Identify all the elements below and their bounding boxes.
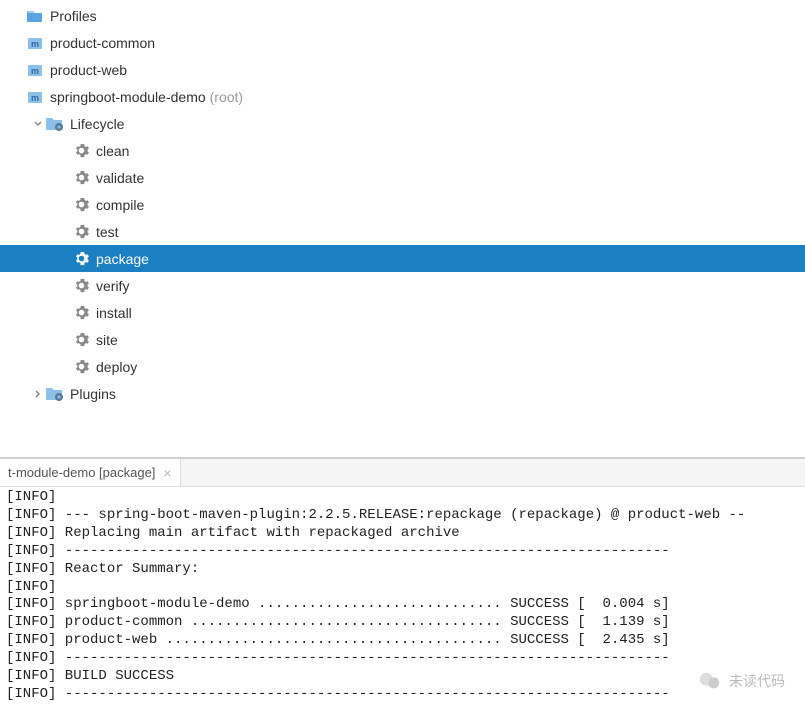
maven-tree-panel: Profiles m product-common m product-web … [0,0,805,427]
svg-text:m: m [31,66,39,76]
tree-item-lifecycle[interactable]: Lifecycle [0,110,805,137]
folder-icon [26,7,44,25]
tree-item-profiles[interactable]: Profiles [0,2,805,29]
svg-text:m: m [31,39,39,49]
tree-label: product-web [50,62,127,78]
goal-label: site [96,332,118,348]
gear-icon [72,169,90,187]
tree-label: springboot-module-demo [50,89,206,105]
lifecycle-goal-compile[interactable]: compile [0,191,805,218]
wechat-icon [699,670,721,692]
tree-item-product-common[interactable]: m product-common [0,29,805,56]
tree-label: Lifecycle [70,116,124,132]
lifecycle-goals-container: clean validate compile test package verify ins… [0,137,805,380]
watermark-text: 未读代码 [729,671,785,691]
maven-module-icon: m [26,88,44,106]
lifecycle-goal-clean[interactable]: clean [0,137,805,164]
lifecycle-goal-install[interactable]: install [0,299,805,326]
goal-label: clean [96,143,129,159]
goal-label: test [96,224,119,240]
chevron-down-icon [30,119,46,129]
chevron-right-icon [30,389,46,399]
gear-icon [72,277,90,295]
goal-label: verify [96,278,129,294]
maven-module-icon: m [26,34,44,52]
gear-icon [72,304,90,322]
console-panel: t-module-demo [package] × [INFO] [INFO] … [0,457,805,722]
tree-item-plugins[interactable]: Plugins [0,380,805,407]
tree-label: Plugins [70,386,116,402]
goal-label: validate [96,170,144,186]
lifecycle-goal-validate[interactable]: validate [0,164,805,191]
plugins-folder-icon [46,385,64,403]
lifecycle-goal-site[interactable]: site [0,326,805,353]
gear-icon [72,196,90,214]
console-tab-bar: t-module-demo [package] × [0,459,805,487]
goal-label: package [96,251,149,267]
gear-icon [72,250,90,268]
watermark: 未读代码 [699,670,785,692]
gear-icon [72,358,90,376]
lifecycle-goal-package[interactable]: package [0,245,805,272]
tree-suffix: (root) [210,89,243,105]
lifecycle-goal-verify[interactable]: verify [0,272,805,299]
lifecycle-goal-test[interactable]: test [0,218,805,245]
close-icon[interactable]: × [163,466,171,480]
lifecycle-folder-icon [46,115,64,133]
console-tab[interactable]: t-module-demo [package] × [0,459,181,486]
goal-label: deploy [96,359,137,375]
tree-label: Profiles [50,8,97,24]
console-tab-label: t-module-demo [package] [8,465,155,480]
lifecycle-goal-deploy[interactable]: deploy [0,353,805,380]
svg-text:m: m [31,93,39,103]
tree-label: product-common [50,35,155,51]
goal-label: compile [96,197,144,213]
gear-icon [72,142,90,160]
gear-icon [72,331,90,349]
goal-label: install [96,305,132,321]
tree-item-product-web[interactable]: m product-web [0,56,805,83]
tree-item-springboot-module-demo[interactable]: m springboot-module-demo (root) [0,83,805,110]
console-output[interactable]: [INFO] [INFO] --- spring-boot-maven-plug… [0,487,805,706]
gear-icon [72,223,90,241]
maven-module-icon: m [26,61,44,79]
